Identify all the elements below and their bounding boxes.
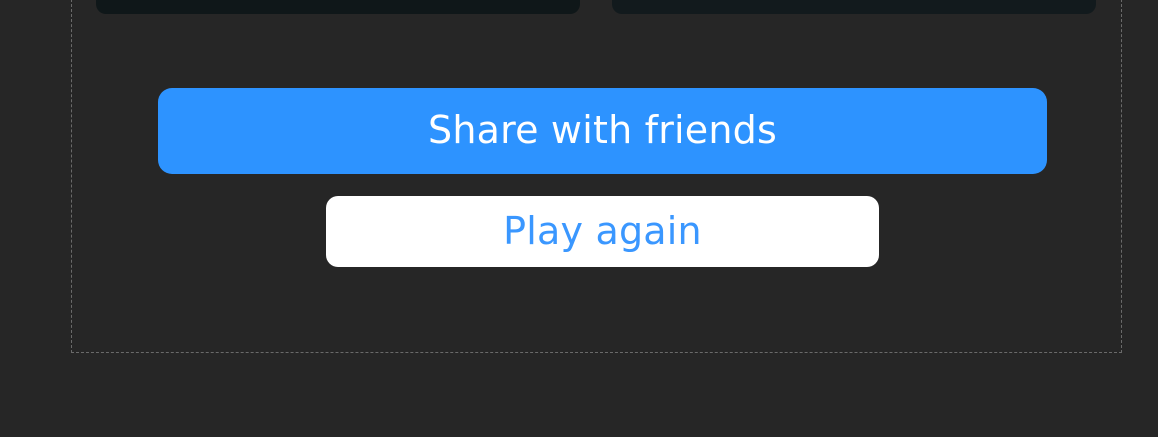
play-again-button[interactable]: Play again xyxy=(326,196,879,267)
result-card-left xyxy=(96,0,580,14)
play-again-button-label: Play again xyxy=(503,208,702,253)
result-card-right xyxy=(612,0,1096,14)
share-button-label: Share with friends xyxy=(428,108,777,152)
page: Share with friends Play again xyxy=(0,0,1158,437)
share-with-friends-button[interactable]: Share with friends xyxy=(158,88,1047,174)
result-panel: Share with friends Play again xyxy=(71,0,1122,353)
